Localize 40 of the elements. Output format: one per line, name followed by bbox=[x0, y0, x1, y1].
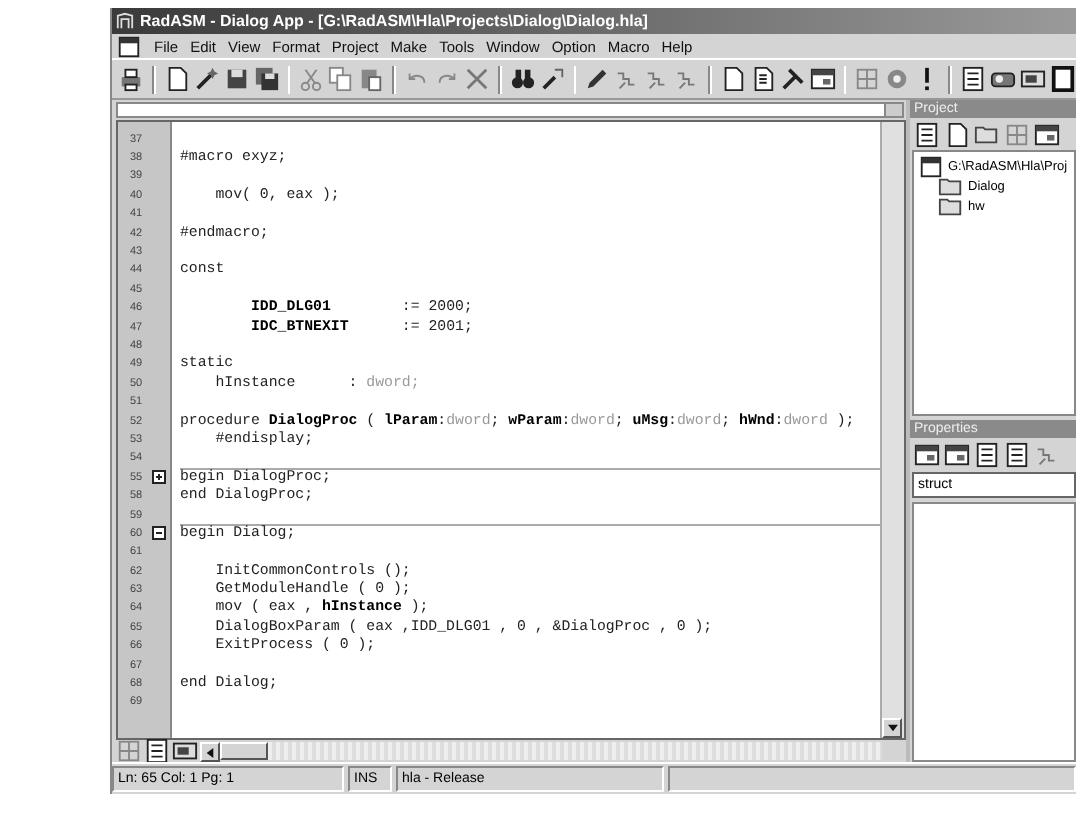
vertical-scrollbar[interactable] bbox=[880, 122, 904, 738]
save-all-icon[interactable] bbox=[253, 66, 280, 92]
pen-icon[interactable] bbox=[584, 66, 611, 92]
window-icon[interactable] bbox=[944, 441, 970, 467]
window-icon[interactable] bbox=[914, 441, 940, 467]
down-arrow-icon[interactable] bbox=[887, 724, 897, 732]
list-icon[interactable] bbox=[960, 66, 986, 92]
list-icon[interactable] bbox=[1004, 441, 1030, 467]
folder-icon[interactable] bbox=[938, 193, 964, 219]
scrollbar-thumb[interactable] bbox=[220, 742, 268, 760]
file-view-icon[interactable] bbox=[914, 121, 940, 147]
app-menu-icon[interactable] bbox=[116, 33, 142, 59]
tools-icon[interactable] bbox=[779, 66, 806, 92]
split-view-icon[interactable] bbox=[116, 738, 142, 764]
list-icon[interactable] bbox=[974, 441, 1000, 467]
app-icon bbox=[116, 12, 134, 30]
save-icon[interactable] bbox=[223, 66, 250, 92]
folder-icon[interactable] bbox=[938, 173, 964, 199]
plus-box-icon[interactable] bbox=[152, 470, 166, 485]
copy-icon[interactable] bbox=[328, 66, 355, 92]
horizontal-scrollbar[interactable] bbox=[200, 742, 882, 760]
paste-icon[interactable] bbox=[358, 66, 385, 92]
list-view-icon[interactable] bbox=[144, 738, 170, 764]
code-editor[interactable] bbox=[116, 120, 906, 740]
window-title: RadASM - Dialog App - [G:\RadASM\Hla\Projects\Dialog\Dialog.hla] bbox=[140, 12, 648, 30]
window-icon[interactable] bbox=[809, 66, 836, 92]
document-icon[interactable] bbox=[719, 66, 746, 92]
left-arrow-icon[interactable] bbox=[206, 747, 214, 757]
panel-icon[interactable] bbox=[1020, 66, 1046, 92]
panel-view-icon[interactable] bbox=[172, 738, 198, 764]
window-icon[interactable] bbox=[1034, 121, 1060, 147]
replace-icon[interactable] bbox=[539, 66, 565, 92]
wand-icon[interactable] bbox=[193, 66, 220, 92]
document-icon[interactable] bbox=[163, 66, 190, 92]
combo-box[interactable] bbox=[116, 102, 904, 118]
printer-icon[interactable] bbox=[118, 66, 144, 92]
bar-icon[interactable] bbox=[1050, 66, 1076, 92]
search-icon[interactable] bbox=[509, 66, 535, 92]
document-icon[interactable] bbox=[749, 66, 776, 92]
close-icon[interactable] bbox=[463, 66, 490, 92]
